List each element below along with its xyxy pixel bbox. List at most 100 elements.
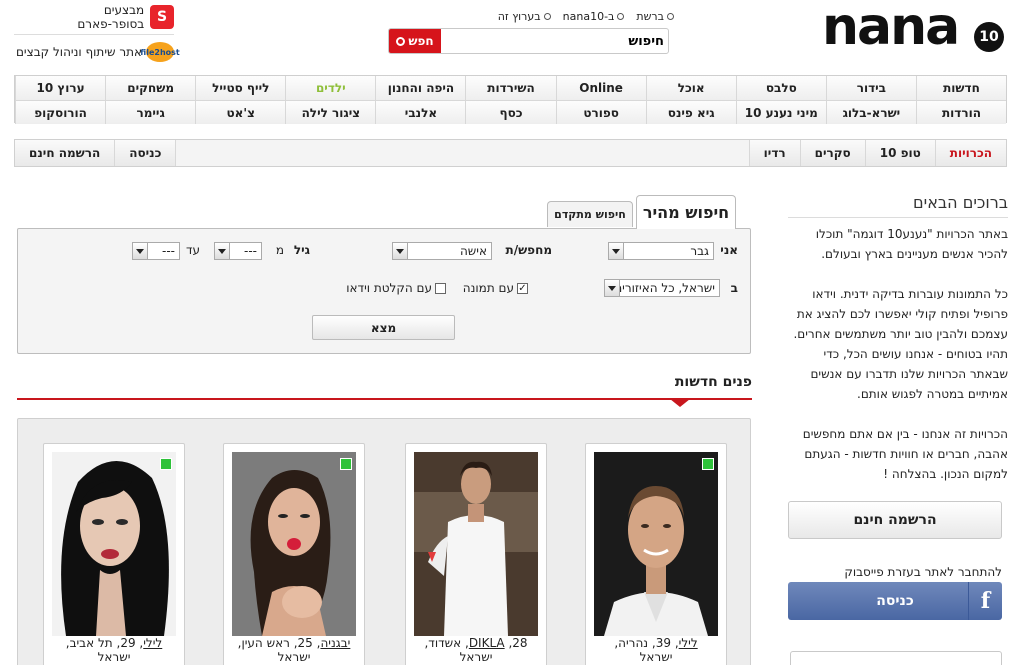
radio-web[interactable]: ברשת <box>636 10 674 23</box>
nav-item[interactable]: בידור <box>825 76 916 100</box>
age-from-value: --- <box>244 244 257 258</box>
search-button[interactable]: חפש <box>389 29 441 53</box>
facebook-login-button[interactable]: כניסה f <box>788 582 1002 620</box>
nav-item[interactable]: ציגור לילה <box>285 100 376 124</box>
find-button[interactable]: מצא <box>312 315 455 340</box>
profile-photo[interactable] <box>414 452 538 636</box>
location-label: ב <box>730 281 738 295</box>
nana10-logo[interactable]: nana 10 <box>822 0 1010 57</box>
age-to-value: --- <box>162 244 175 258</box>
profile-age: 28 <box>512 636 528 650</box>
search-input[interactable] <box>444 32 664 50</box>
nav-item[interactable]: היפה והחנון <box>375 76 466 100</box>
profile-photo[interactable] <box>232 452 356 636</box>
profile-name-link[interactable]: לילי <box>679 636 698 650</box>
with-photo-label: עם תמונה <box>462 281 514 295</box>
profile-card[interactable]: יבגניה, 25, ראש העין, ישראל <box>223 443 365 665</box>
nav-item[interactable]: Online <box>555 76 646 100</box>
logo-text: nana <box>822 0 960 57</box>
nav-item[interactable]: הורדות <box>915 100 1006 124</box>
profile-age: 25 <box>297 636 313 650</box>
profile-name-link[interactable]: DIKLA <box>469 636 505 650</box>
subnav-login[interactable]: כניסה <box>115 140 177 166</box>
profile-age: 29 <box>120 636 136 650</box>
with-photo-checkbox[interactable]: ✓ עם תמונה <box>463 281 528 295</box>
region-select[interactable]: ישראל, כל האיזורים <box>604 279 720 297</box>
age-to-select[interactable]: --- <box>132 242 180 260</box>
nav-item[interactable]: אוכל <box>645 76 736 100</box>
profile-card[interactable]: 28, DIKLA, אשדוד, ישראל <box>405 443 547 665</box>
filehost-promo[interactable]: file2host אתר שיתוף וניהול קבצים <box>14 42 180 62</box>
superpharm-logo-icon: S <box>150 5 174 29</box>
online-status-icon <box>702 458 714 470</box>
i-am-label: אני <box>720 243 738 257</box>
profile-card[interactable]: לילי, 39, נהריה, ישראל <box>585 443 727 665</box>
subnav-register[interactable]: הרשמה חינם <box>15 140 116 166</box>
age-to-label: עד <box>185 243 200 257</box>
nav-item[interactable]: גיא פינס <box>645 100 736 124</box>
radio-label: ברשת <box>636 9 664 23</box>
subnav-top10[interactable]: טופ 10 <box>864 140 935 166</box>
chevron-down-icon <box>609 243 624 259</box>
region-value: ישראל, כל האיזורים <box>614 281 715 295</box>
with-video-checkbox[interactable]: עם הקלטת וידאו <box>346 281 446 295</box>
welcome-text: באתר הכרויות "נענע10 דוגמה" תוכלו להכיר … <box>786 224 1008 504</box>
profile-country: ישראל <box>459 650 493 664</box>
nav-item[interactable]: לייף סטייל <box>195 76 286 100</box>
nav-item[interactable]: סלבס <box>735 76 826 100</box>
profile-caption: לילי, 39, נהריה, ישראל <box>614 636 698 664</box>
radio-icon <box>617 12 625 20</box>
radio-this-channel[interactable]: בערוץ זה <box>498 10 551 23</box>
seeking-select[interactable]: אישה <box>392 242 492 260</box>
profile-photo[interactable] <box>594 452 718 636</box>
age-from-select[interactable]: --- <box>214 242 262 260</box>
subnav-dating[interactable]: הכרויות <box>934 140 1006 166</box>
radio-label: בערוץ זה <box>497 9 541 23</box>
profile-country: ישראל <box>277 650 311 664</box>
superpharm-link: מבצעים בסופר-פארם <box>77 3 145 31</box>
nav-item[interactable]: צ'אט <box>195 100 286 124</box>
nav-item[interactable]: מיני נענע 10 <box>735 100 826 124</box>
facebook-icon: f <box>968 582 1002 620</box>
nav-item[interactable]: ערוץ 10 <box>15 76 106 100</box>
profile-name-link[interactable]: יבגניה <box>320 636 350 650</box>
subnav-polls[interactable]: סקרים <box>799 140 865 166</box>
register-free-button[interactable]: הרשמה חינם <box>788 501 1002 539</box>
facebook-login-label: כניסה <box>876 593 914 609</box>
nav-item[interactable]: אלנבי <box>375 100 466 124</box>
welcome-paragraph: כל התמונות עוברות בדיקה ידנית. וידאו פרו… <box>793 287 1008 401</box>
nav-item[interactable]: כסף <box>465 100 556 124</box>
welcome-title: ברוכים הבאים <box>913 193 1008 212</box>
nav-item-kids[interactable]: ילדים <box>285 76 376 100</box>
new-faces-divider <box>17 398 752 400</box>
filehost-link: אתר שיתוף וניהול קבצים <box>15 45 142 59</box>
nav-item[interactable]: גיימר <box>105 100 196 124</box>
facebook-connect-text: להתחבר לאתר בעזרת פייסבוק <box>844 565 1002 579</box>
chevron-down-icon <box>133 243 148 259</box>
dating-subnav: הכרויות טופ 10 סקרים רדיו כניסה הרשמה חי… <box>14 139 1007 167</box>
nav-item[interactable]: ספורט <box>555 100 646 124</box>
nav-item[interactable]: השירדות <box>465 76 556 100</box>
tab-advanced-search[interactable]: חיפוש מתקדם <box>547 201 633 227</box>
radio-label: ב-nana10 <box>562 9 615 23</box>
login-box <box>790 651 1002 665</box>
superpharm-promo[interactable]: S מבצעים בסופר-פארם <box>34 3 174 31</box>
radio-nana10[interactable]: ב-nana10 <box>563 10 625 23</box>
age-from-label: מ <box>275 243 284 257</box>
profile-photo[interactable] <box>52 452 176 636</box>
subnav-radio[interactable]: רדיו <box>748 140 800 166</box>
online-status-icon <box>160 458 172 470</box>
i-am-select[interactable]: גבר <box>608 242 714 260</box>
nav-item[interactable]: ישרא-בלוג <box>825 100 916 124</box>
nav-item[interactable]: משחקים <box>105 76 196 100</box>
tab-quick-search[interactable]: חיפוש מהיר <box>636 195 736 229</box>
profile-card[interactable]: לילי, 29, תל אביב, ישראל <box>43 443 185 665</box>
radio-icon <box>543 12 551 20</box>
profile-name-link[interactable]: לילי <box>143 636 162 650</box>
profile-caption: לילי, 29, תל אביב, ישראל <box>65 636 163 664</box>
chevron-down-icon <box>393 243 408 259</box>
nav-item[interactable]: חדשות <box>915 76 1006 100</box>
with-video-label: עם הקלטת וידאו <box>346 281 432 295</box>
nav-item[interactable]: הורוסקופ <box>15 100 106 124</box>
filehost-logo-icon: file2host <box>140 42 180 62</box>
